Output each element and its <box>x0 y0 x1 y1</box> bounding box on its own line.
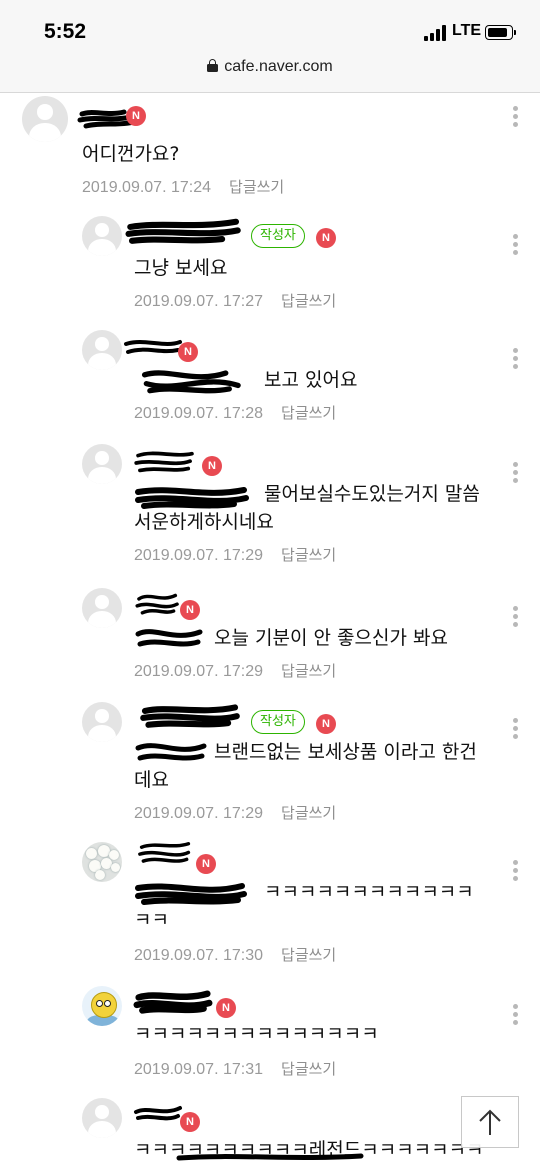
avatar[interactable] <box>82 216 122 256</box>
new-badge: N <box>126 106 146 126</box>
new-badge: N <box>180 600 200 620</box>
more-vertical-icon[interactable] <box>513 860 519 882</box>
new-badge: N <box>178 342 198 362</box>
reply-button[interactable]: 답글쓰기 <box>281 402 336 423</box>
mention-redacted <box>135 629 203 647</box>
mention-redacted <box>135 883 247 905</box>
more-vertical-icon[interactable] <box>513 718 519 740</box>
comment-date: 2019.09.07. 17:29 <box>134 547 264 564</box>
comment-date: 2019.09.07. 17:29 <box>134 805 264 822</box>
mention-redacted <box>141 370 241 394</box>
writer-badge: 작성자 <box>251 224 305 248</box>
new-badge: N <box>316 714 336 734</box>
battery-icon <box>485 25 516 40</box>
reply-button[interactable]: 답글쓰기 <box>281 544 336 565</box>
more-vertical-icon[interactable] <box>513 462 519 484</box>
avatar[interactable] <box>22 96 68 142</box>
browser-top-bar: 5:52 LTE cafe.naver.com <box>0 0 540 93</box>
comment-date: 2019.09.07. 17:24 <box>82 179 212 196</box>
reply-comment-item: N ㅋㅋㅋㅋㅋㅋㅋㅋㅋㅋㅋㅋ ㅋㅋ 2019.09.07. 17:30 답글쓰기 <box>0 842 540 972</box>
reply-button[interactable]: 답글쓰기 <box>281 660 336 681</box>
new-badge: N <box>196 854 216 874</box>
reply-comment-item: N 오늘 기분이 안 좋으신가 봐요 2019.09.07. 17:29 답글쓰기 <box>0 588 540 688</box>
comment-date: 2019.09.07. 17:29 <box>134 663 264 680</box>
more-vertical-icon[interactable] <box>513 106 519 128</box>
reply-button[interactable]: 답글쓰기 <box>281 290 336 311</box>
comment-meta: 2019.09.07. 17:27 답글쓰기 <box>134 290 336 311</box>
writer-badge: 작성자 <box>251 710 305 734</box>
reply-comment-item: N 보고 있어요 2019.09.07. 17:28 답글쓰기 <box>0 330 540 430</box>
avatar[interactable] <box>82 842 122 882</box>
avatar[interactable] <box>82 986 122 1026</box>
author-name-redacted[interactable] <box>124 338 182 362</box>
reply-comment-item: 작성자 N 그냥 보세요 2019.09.07. 17:27 답글쓰기 <box>0 216 540 316</box>
comment-text: 그냥 보세요 <box>134 257 228 279</box>
avatar[interactable] <box>82 330 122 370</box>
more-vertical-icon[interactable] <box>513 234 519 256</box>
comment-text: 오늘 기분이 안 좋으신가 봐요 <box>214 627 448 649</box>
comment-text: 어디껀가요? <box>82 143 180 165</box>
reply-button[interactable]: 답글쓰기 <box>281 944 336 965</box>
author-name-redacted[interactable] <box>134 704 246 728</box>
comment-text-line2: 서운하게하시네요 <box>134 511 274 533</box>
comment-item: N 어디껀가요? 2019.09.07. 17:24 답글쓰기 <box>0 96 540 206</box>
avatar[interactable] <box>82 702 122 742</box>
comment-text-line2: 데요 <box>134 769 169 791</box>
comment-text-line2: ㅋㅋ <box>134 909 169 931</box>
reply-button[interactable]: 답글쓰기 <box>281 802 336 823</box>
new-badge: N <box>216 998 236 1018</box>
comment-meta: 2019.09.07. 17:28 답글쓰기 <box>134 402 336 423</box>
new-badge: N <box>202 456 222 476</box>
comment-date: 2019.09.07. 17:28 <box>134 405 264 422</box>
more-vertical-icon[interactable] <box>513 606 519 628</box>
comment-meta: 2019.09.07. 17:24 답글쓰기 <box>82 176 284 197</box>
lock-icon <box>207 59 219 72</box>
status-time: 5:52 <box>44 20 87 43</box>
redaction-strike <box>176 1153 364 1161</box>
comment-meta: 2019.09.07. 17:29 답글쓰기 <box>134 802 336 823</box>
avatar[interactable] <box>82 588 122 628</box>
author-name-redacted[interactable] <box>132 592 182 616</box>
network-type: LTE <box>452 22 482 39</box>
comment-date: 2019.09.07. 17:27 <box>134 293 264 310</box>
author-name-redacted[interactable] <box>118 218 248 244</box>
author-name-redacted[interactable] <box>132 450 196 474</box>
comment-date: 2019.09.07. 17:31 <box>134 1061 264 1078</box>
avatar[interactable] <box>82 1098 122 1138</box>
comment-meta: 2019.09.07. 17:30 답글쓰기 <box>134 944 336 965</box>
new-badge: N <box>316 228 336 248</box>
comment-date: 2019.09.07. 17:30 <box>134 947 264 964</box>
author-name-redacted[interactable] <box>134 1102 182 1126</box>
comment-text-line1: 물어보실수도있는거지 말씀 <box>264 483 480 505</box>
reply-button[interactable]: 답글쓰기 <box>281 1058 336 1079</box>
comment-text: 보고 있어요 <box>264 369 358 391</box>
mention-redacted <box>135 743 207 761</box>
address-bar[interactable]: cafe.naver.com <box>0 58 540 76</box>
author-name-redacted[interactable] <box>134 842 194 866</box>
reply-comment-item: N 물어보실수도있는거지 말씀 서운하게하시네요 2019.09.07. 17:… <box>0 444 540 574</box>
reply-comment-item: 작성자 N 브랜드없는 보세상품 이라고 한건 데요 2019.09.07. 1… <box>0 702 540 832</box>
url-text: cafe.naver.com <box>224 58 333 75</box>
scroll-top-button[interactable] <box>461 1096 519 1148</box>
comment-meta: 2019.09.07. 17:29 답글쓰기 <box>134 544 336 565</box>
more-vertical-icon[interactable] <box>513 348 519 370</box>
comment-text: ㅋㅋㅋㅋㅋㅋㅋㅋㅋㅋㅋㅋㅋㅋ <box>134 1023 379 1045</box>
more-vertical-icon[interactable] <box>513 1004 519 1026</box>
avatar[interactable] <box>82 444 122 484</box>
arrow-up-icon <box>479 1109 501 1135</box>
comment-text-line1: ㅋㅋㅋㅋㅋㅋㅋㅋㅋㅋㅋㅋ <box>264 881 474 903</box>
reply-comment-item: N ㅋㅋㅋㅋㅋㅋㅋㅋㅋㅋㅋㅋㅋㅋ 2019.09.07. 17:31 답글쓰기 <box>0 986 540 1086</box>
signal-strength-icon <box>424 25 446 41</box>
comment-text-line1: 브랜드없는 보세상품 이라고 한건 <box>214 741 477 763</box>
new-badge: N <box>180 1112 200 1132</box>
reply-button[interactable]: 답글쓰기 <box>229 176 284 197</box>
author-name-redacted[interactable] <box>132 990 214 1014</box>
comment-meta: 2019.09.07. 17:29 답글쓰기 <box>134 660 336 681</box>
author-name-redacted[interactable] <box>77 104 158 129</box>
comment-meta: 2019.09.07. 17:31 답글쓰기 <box>134 1058 336 1079</box>
